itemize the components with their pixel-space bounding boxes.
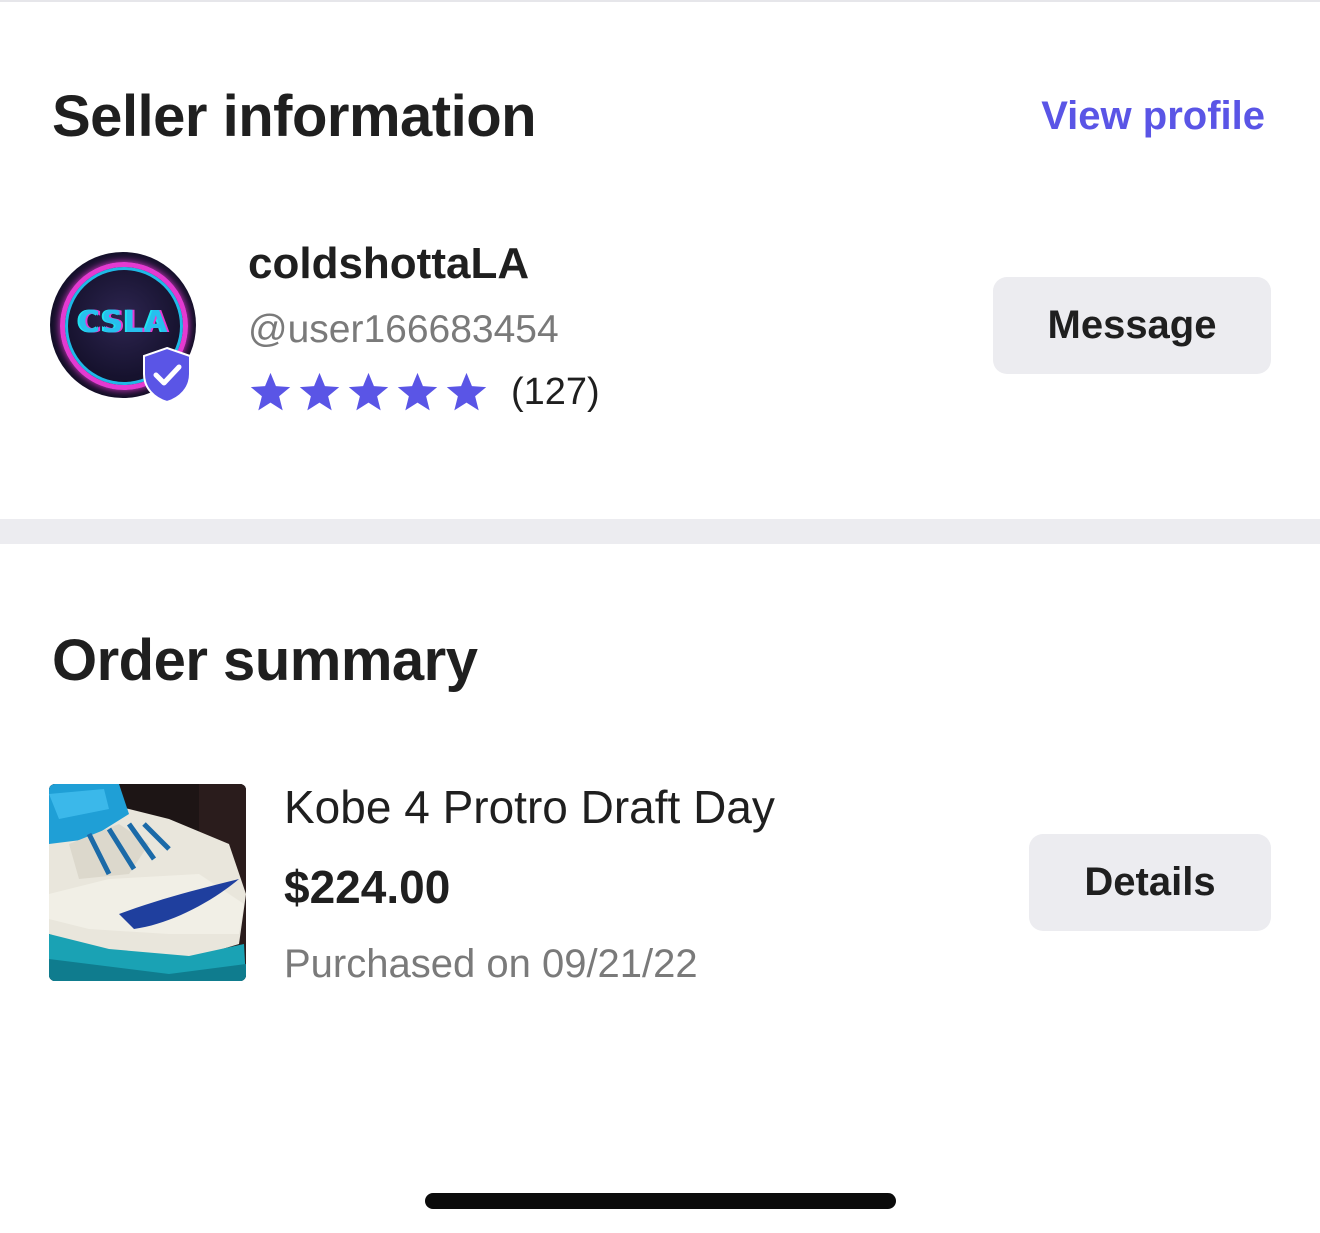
product-price: $224.00	[284, 861, 451, 913]
product-name[interactable]: Kobe 4 Protro Draft Day	[284, 784, 775, 830]
purchase-date: Purchased on 09/21/22	[284, 942, 698, 986]
seller-avatar[interactable]: CSLA	[50, 252, 196, 404]
section-divider	[0, 519, 1320, 544]
star-icon	[446, 372, 487, 410]
seller-name[interactable]: coldshottaLA	[248, 242, 529, 286]
rating-count: (127)	[511, 371, 600, 413]
avatar-logo-text: CSLA	[78, 305, 169, 340]
seller-rating: (127)	[248, 368, 600, 416]
star-icon	[299, 372, 340, 410]
star-icon	[397, 372, 438, 410]
view-profile-link[interactable]: View profile	[1041, 96, 1265, 136]
home-indicator[interactable]	[425, 1193, 896, 1209]
seller-section-title: Seller information	[52, 84, 537, 149]
message-button[interactable]: Message	[993, 277, 1271, 374]
details-button[interactable]: Details	[1029, 834, 1271, 931]
product-thumbnail[interactable]	[49, 784, 246, 981]
star-icon	[348, 372, 389, 410]
seller-handle: @user166683454	[248, 308, 559, 351]
verified-shield-icon	[143, 346, 191, 404]
order-section-title: Order summary	[52, 628, 478, 693]
star-icon	[250, 372, 291, 410]
top-divider	[0, 0, 1320, 2]
sneaker-photo	[49, 784, 246, 981]
